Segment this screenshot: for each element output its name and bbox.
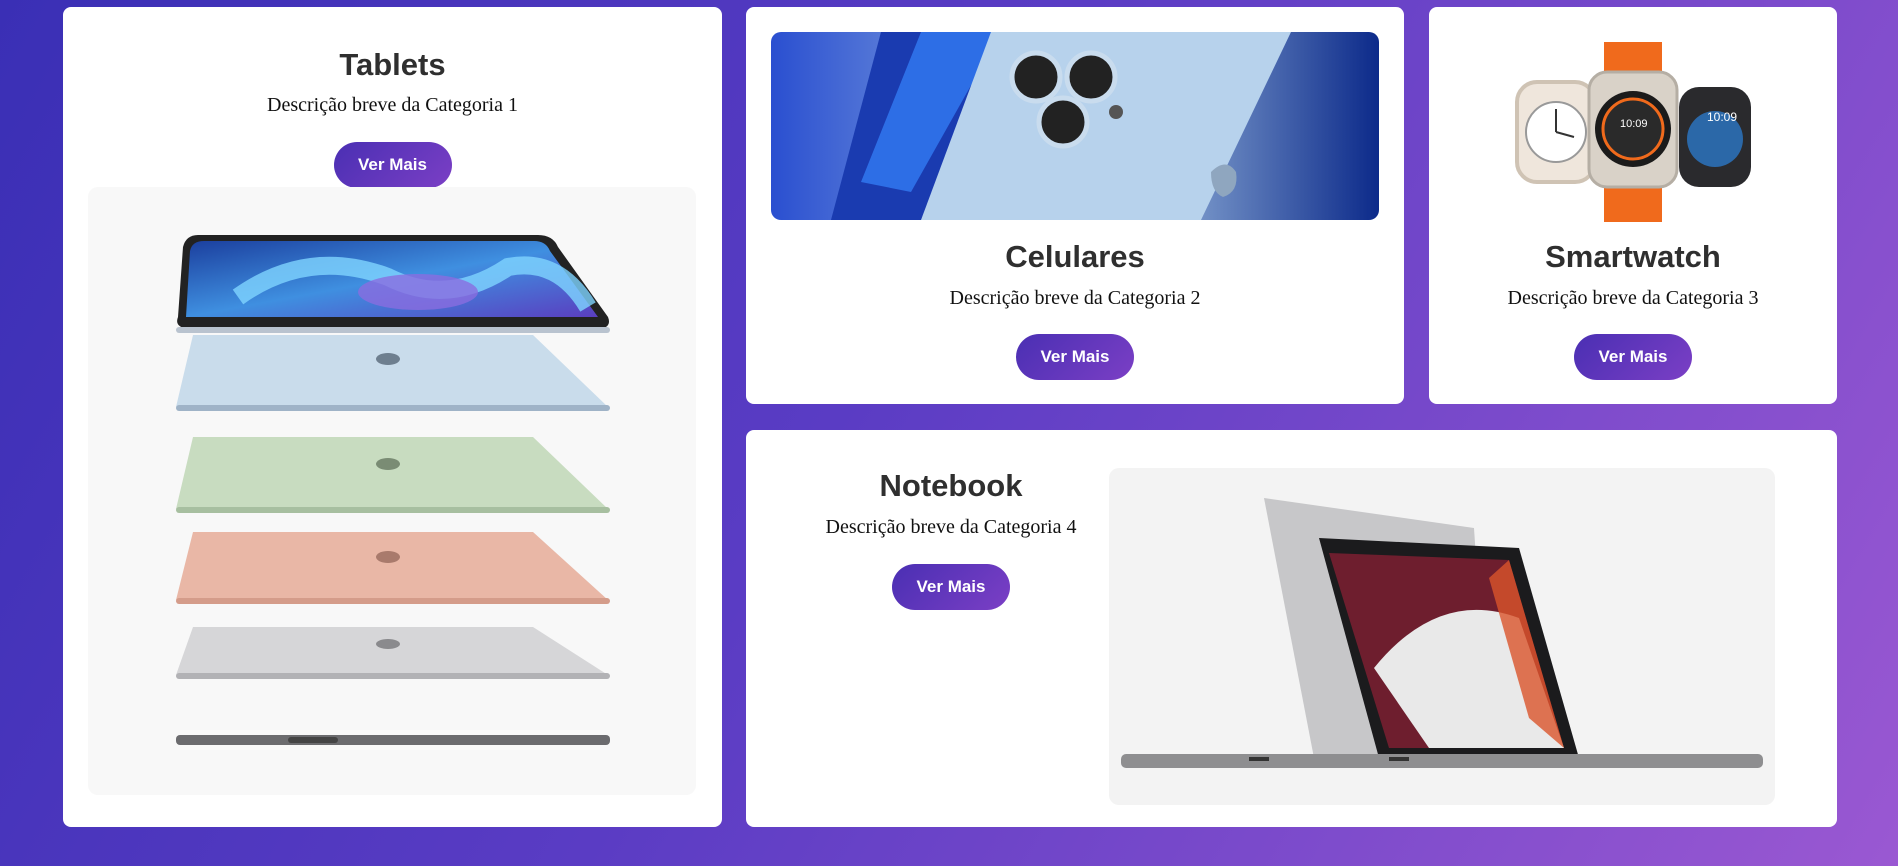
tablets-image [88,187,696,795]
notebook-image [1109,468,1775,805]
card-title: Notebook [879,468,1023,503]
card-description: Descrição breve da Categoria 3 [1507,287,1759,309]
card-description: Descrição breve da Categoria 1 [267,94,518,116]
card-description: Descrição breve da Categoria 4 [825,516,1077,538]
smartwatch-image: 10:09 10:09 [1509,37,1757,222]
card-description: Descrição breve da Categoria 2 [949,287,1201,309]
card-title: Tablets [339,47,446,82]
category-card-smartwatch: 10:09 10:09 Smartwatch Descrição breve d… [1429,7,1837,404]
ver-mais-button[interactable]: Ver Mais [1016,334,1134,380]
ver-mais-button[interactable]: Ver Mais [1574,334,1692,380]
ver-mais-button[interactable]: Ver Mais [333,142,452,188]
svg-text:10:09: 10:09 [1620,118,1648,130]
celulares-image [771,32,1379,220]
category-card-celulares: Celulares Descrição breve da Categoria 2… [746,7,1404,404]
ver-mais-button[interactable]: Ver Mais [892,564,1010,610]
card-title: Celulares [1005,239,1145,274]
card-title: Smartwatch [1545,239,1721,274]
svg-text:10:09: 10:09 [1707,110,1737,124]
category-card-tablets: Tablets Descrição breve da Categoria 1 V… [63,7,722,827]
category-card-notebook: Notebook Descrição breve da Categoria 4 … [746,430,1837,827]
